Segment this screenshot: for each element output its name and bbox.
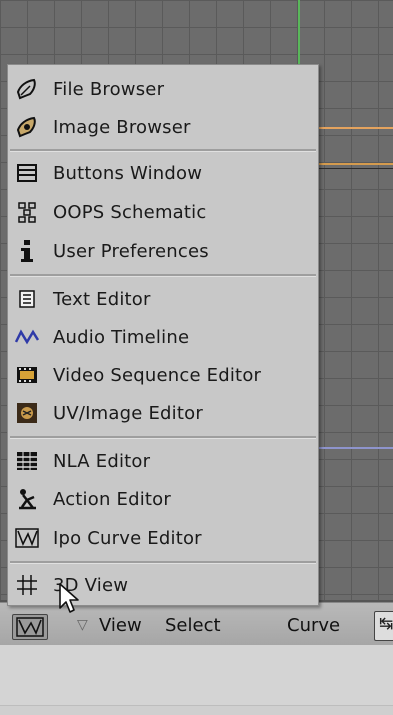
- view-menu[interactable]: View: [99, 615, 142, 636]
- menu-item-label: NLA Editor: [53, 450, 151, 472]
- menu-item-label: Buttons Window: [53, 162, 203, 184]
- buttons-window-icon: [12, 158, 42, 188]
- curve-line-blue: [318, 447, 393, 449]
- mouse-cursor-icon: [58, 582, 80, 620]
- menu-separator: [10, 561, 316, 564]
- key-type-button[interactable]: ↹: [374, 611, 393, 641]
- 3d-view-icon: [12, 570, 42, 600]
- user-preferences-icon: [12, 236, 42, 266]
- key-icon: ↹: [379, 614, 393, 634]
- menu-item-label: UV/Image Editor: [53, 402, 203, 424]
- menu-item-3d-view[interactable]: 3D View: [8, 567, 318, 603]
- blender-window: ) 1 ▽ View Select Curve ↹ F: [0, 0, 393, 715]
- menu-item-nla-editor[interactable]: NLA Editor: [8, 443, 318, 479]
- menu-item-oops-schematic[interactable]: OOPS Schematic: [8, 194, 318, 230]
- menu-separator: [10, 274, 316, 277]
- editor-type-menu: File Browser Image Browser Buttons Windo…: [7, 64, 319, 606]
- menu-item-label: OOPS Schematic: [53, 201, 207, 223]
- menu-separator: [10, 149, 316, 152]
- nla-editor-icon: [12, 446, 42, 476]
- video-sequence-editor-icon: [12, 360, 42, 390]
- menu-item-label: Audio Timeline: [53, 326, 190, 348]
- menu-item-buttons-window[interactable]: Buttons Window: [8, 155, 318, 191]
- menu-item-label: File Browser: [53, 78, 165, 100]
- menu-item-audio-timeline[interactable]: Audio Timeline: [8, 319, 318, 355]
- menu-item-label: User Preferences: [53, 240, 209, 262]
- image-browser-icon: [12, 112, 42, 142]
- menu-item-user-preferences[interactable]: User Preferences: [8, 233, 318, 269]
- menu-item-label: Image Browser: [53, 116, 191, 138]
- menu-item-file-browser[interactable]: File Browser: [8, 71, 318, 107]
- menu-separator: [10, 436, 316, 439]
- audio-timeline-icon: [12, 322, 42, 352]
- menu-item-label: Video Sequence Editor: [53, 364, 262, 386]
- editor-type-button[interactable]: [12, 614, 48, 640]
- text-editor-icon: [12, 284, 42, 314]
- menu-item-label: Text Editor: [53, 288, 151, 310]
- menu-item-label: Action Editor: [53, 488, 171, 510]
- ipo-curve-editor-icon: [12, 523, 42, 553]
- curve-line-dark: [318, 168, 393, 169]
- menu-item-ipo-curve-editor[interactable]: Ipo Curve Editor: [8, 520, 318, 556]
- window-edge: [0, 705, 393, 715]
- uv-image-editor-icon: [12, 398, 42, 428]
- curve-line-orange: [318, 127, 393, 129]
- ipo-curve-editor-icon: [16, 617, 44, 637]
- menu-item-video-sequence-editor[interactable]: Video Sequence Editor: [8, 357, 318, 393]
- menu-item-action-editor[interactable]: Action Editor: [8, 481, 318, 517]
- curve-line-orange: [318, 163, 393, 165]
- menu-item-label: Ipo Curve Editor: [53, 527, 202, 549]
- oops-schematic-icon: [12, 197, 42, 227]
- menu-item-text-editor[interactable]: Text Editor: [8, 281, 318, 317]
- menu-item-image-browser[interactable]: Image Browser: [8, 109, 318, 145]
- curve-menu[interactable]: Curve: [287, 615, 340, 636]
- file-browser-icon: [12, 74, 42, 104]
- action-editor-icon: [12, 484, 42, 514]
- menu-item-uv-image-editor[interactable]: UV/Image Editor: [8, 395, 318, 431]
- select-menu[interactable]: Select: [165, 615, 221, 636]
